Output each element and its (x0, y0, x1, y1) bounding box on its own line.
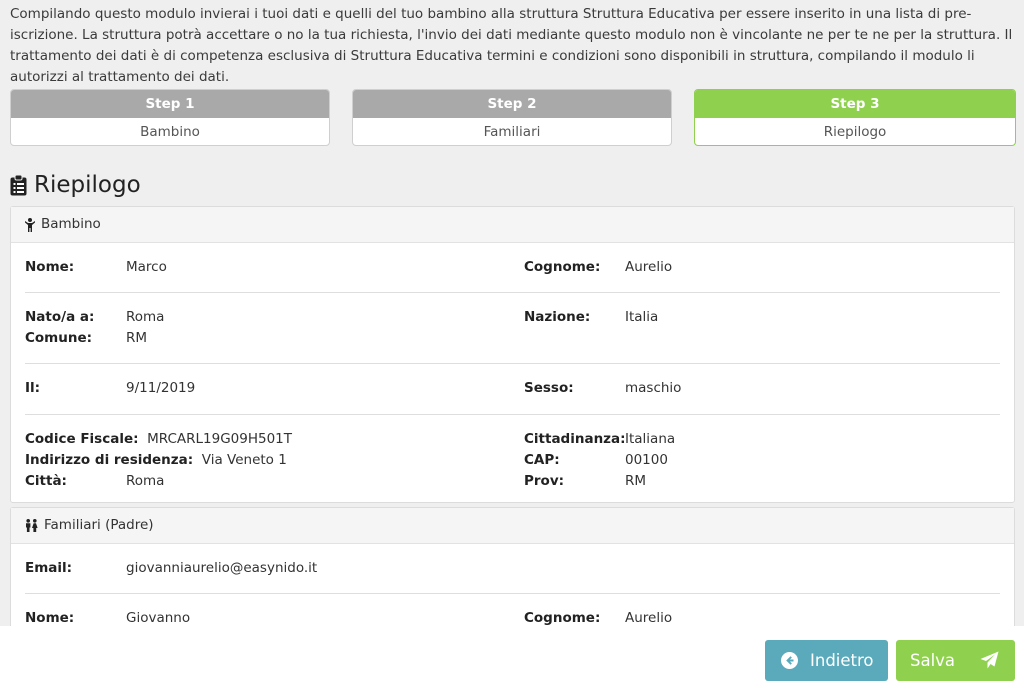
value-indirizzo: Via Veneto 1 (201, 452, 287, 468)
panel-padre-header: Familiari (Padre) (11, 508, 1014, 544)
label-indirizzo: Indirizzo di residenza: (25, 452, 194, 468)
label-cittadinanza: Cittadinanza: (524, 431, 626, 447)
label-citta: Città: (25, 473, 67, 489)
step-1-title: Step 1 (11, 90, 329, 118)
step-3-title: Step 3 (695, 90, 1015, 118)
label-cognome: Cognome: (524, 259, 601, 275)
step-1[interactable]: Step 1 Bambino (10, 89, 330, 146)
label-il: Il: (25, 380, 41, 396)
value-email: giovanniaurelio@easynido.it (126, 560, 318, 576)
value-prov: RM (625, 473, 647, 489)
footer-bar: Indietro Salva (0, 626, 1024, 689)
panel-bambino-title: Bambino (41, 216, 101, 232)
step-2-label: Familiari (483, 124, 541, 140)
child-icon (25, 217, 35, 232)
value-citta: Roma (126, 473, 165, 489)
label-prov: Prov: (524, 473, 565, 489)
panel-bambino: Bambino Nome: Marco Cognome: Aurelio Nato/… (10, 206, 1015, 503)
value-cognome: Aurelio (625, 259, 673, 275)
value-nato: Roma (126, 309, 165, 325)
value-il: 9/11/2019 (126, 380, 196, 396)
page-title-text: Riepilogo (34, 172, 141, 198)
row-email: Email: giovanniaurelio@easynido.it (25, 544, 1000, 594)
save-button-label: Salva (910, 651, 956, 670)
label-nome: Nome: (25, 259, 75, 275)
row-residenza: Codice Fiscale: MRCARL19G09H501T Indiriz… (25, 415, 1000, 505)
label-cf: Codice Fiscale: (25, 431, 139, 447)
label-nazione: Nazione: (524, 309, 591, 325)
step-1-label: Bambino (140, 124, 200, 140)
step-2[interactable]: Step 2 Familiari (352, 89, 672, 146)
value-cf: MRCARL19G09H501T (147, 431, 293, 447)
intro-text: Compilando questo modulo invierai i tuoi… (10, 6, 1013, 85)
label-email: Email: (25, 560, 73, 576)
save-button[interactable]: Salva (896, 640, 1015, 681)
label-cap: CAP: (524, 452, 560, 468)
row-data: Il: 9/11/2019 Sesso: maschio (25, 364, 1000, 415)
panel-padre-title: Familiari (Padre) (44, 517, 154, 533)
page-title: Riepilogo (10, 170, 141, 200)
value-nome: Marco (126, 259, 167, 275)
step-2-title: Step 2 (353, 90, 671, 118)
row-nascita: Nato/a a: Roma Comune: RM Nazione: Italia (25, 293, 1000, 364)
panel-bambino-header: Bambino (11, 207, 1014, 243)
family-icon (25, 519, 38, 532)
step-3[interactable]: Step 3 Riepilogo (694, 89, 1016, 146)
label-sesso: Sesso: (524, 380, 574, 396)
row-nome: Nome: Marco Cognome: Aurelio (25, 243, 1000, 293)
value-nazione: Italia (625, 309, 659, 325)
back-button[interactable]: Indietro (765, 640, 888, 681)
label-nato: Nato/a a: (25, 309, 95, 325)
wizard-steps: Step 1 Bambino Step 2 Familiari Step 3 R… (10, 89, 1016, 147)
value-sesso: maschio (625, 380, 682, 396)
paper-plane-icon (980, 651, 999, 670)
value-cap: 00100 (625, 452, 668, 468)
arrow-circle-left-icon (781, 652, 798, 669)
back-button-label: Indietro (810, 651, 874, 670)
clipboard-icon (10, 174, 27, 196)
label-comune: Comune: (25, 330, 93, 346)
value-comune: RM (126, 330, 148, 346)
step-3-label: Riepilogo (823, 124, 887, 140)
value-cittadinanza: Italiana (625, 431, 676, 447)
